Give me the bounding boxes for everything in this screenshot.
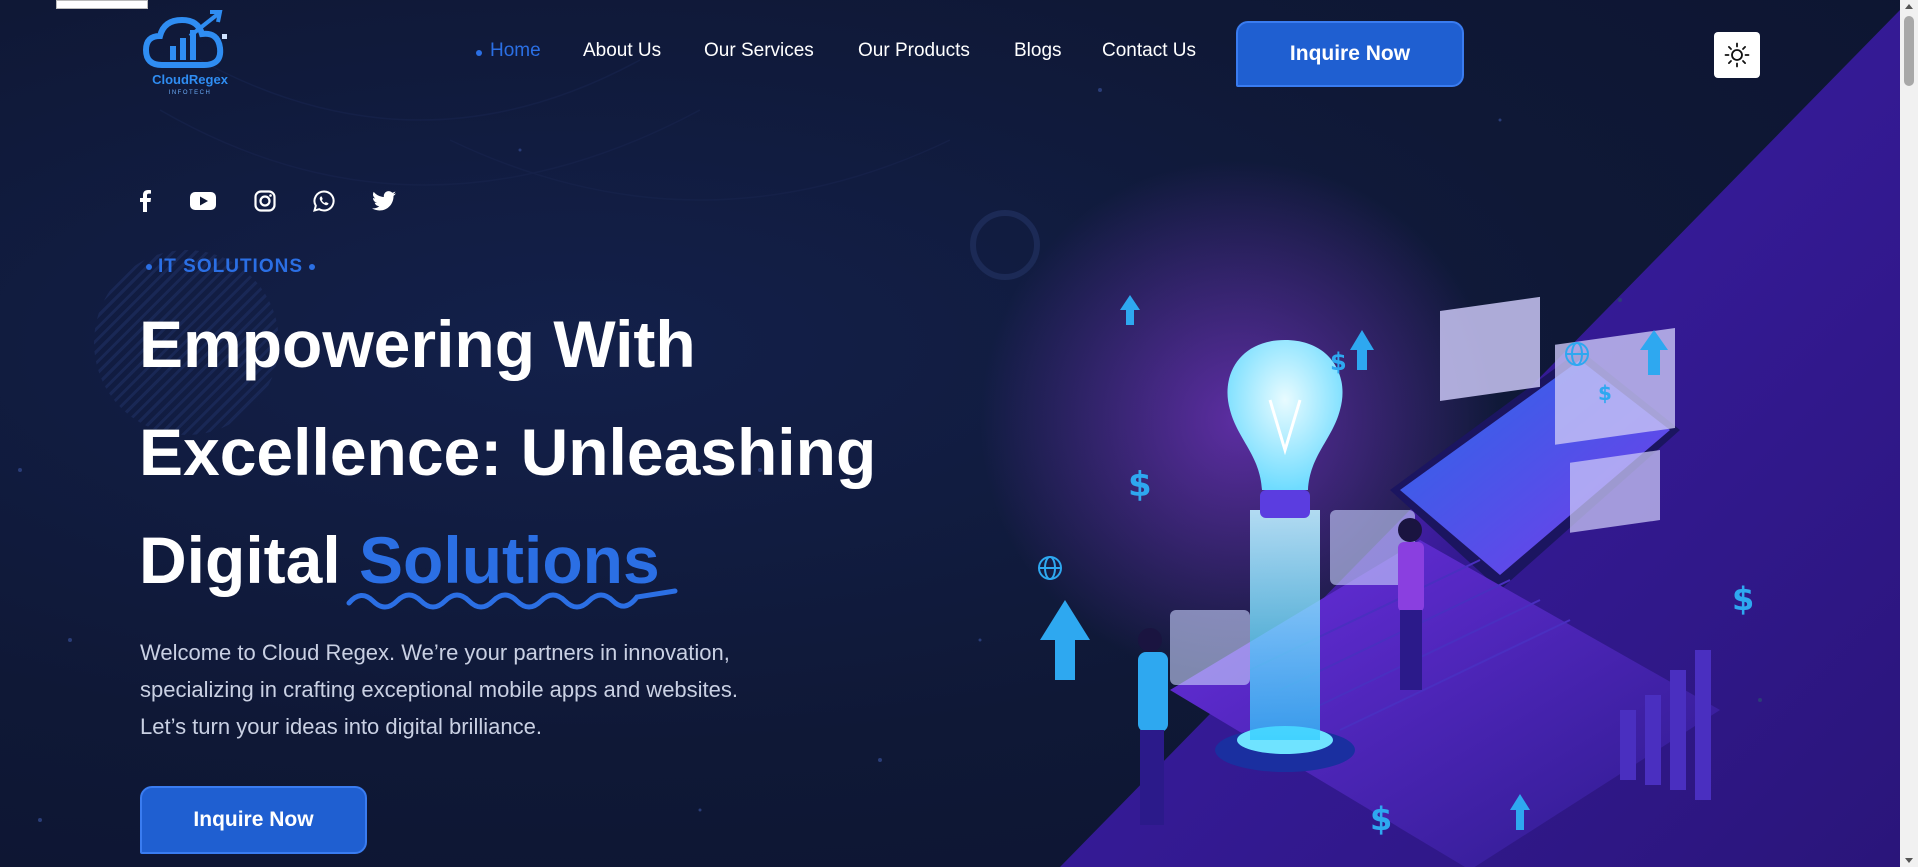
brand-name: CloudRegex	[152, 72, 228, 87]
svg-text:$: $	[1330, 348, 1347, 376]
header-inquire-now-button[interactable]: Inquire Now	[1236, 21, 1464, 87]
youtube-icon	[190, 192, 216, 210]
sun-icon	[1724, 42, 1750, 68]
scroll-down-arrow-icon[interactable]	[1905, 858, 1913, 863]
hero-inquire-now-button[interactable]: Inquire Now	[140, 786, 367, 854]
nav-item-our-products[interactable]: Our Products	[858, 40, 970, 62]
brand-tagline: INFOTECH	[168, 90, 212, 96]
twitter-icon	[372, 191, 396, 211]
svg-text:$: $	[1128, 465, 1152, 505]
nav-item-our-services[interactable]: Our Services	[704, 40, 814, 62]
intro-line-3: Let’s turn your ideas into digital brill…	[140, 714, 542, 739]
headline-line-3-plain: Digital	[139, 523, 360, 597]
hero-illustration: $ $ $ $ $	[1038, 295, 1754, 867]
facebook-icon	[140, 190, 151, 212]
nav-item-label: Home	[490, 40, 541, 61]
youtube-link[interactable]	[190, 188, 216, 214]
nav-item-blogs[interactable]: Blogs	[1014, 40, 1062, 62]
active-indicator-dot	[476, 50, 482, 56]
eyebrow-dot-left	[146, 263, 152, 270]
svg-text:$: $	[1732, 580, 1754, 618]
instagram-icon	[254, 190, 276, 212]
whatsapp-icon	[313, 190, 335, 212]
scrollbar-thumb[interactable]	[1904, 16, 1914, 86]
intro-line-2: specializing in crafting exceptional mob…	[140, 677, 739, 702]
vertical-scrollbar[interactable]	[1900, 0, 1918, 867]
intro-line-1: Welcome to Cloud Regex. We’re your partn…	[140, 640, 730, 665]
skip-link-tab[interactable]	[56, 0, 148, 9]
twitter-link[interactable]	[371, 188, 397, 214]
nav-item-home[interactable]: Home	[476, 40, 541, 62]
eyebrow-dot-right	[309, 263, 315, 270]
scroll-up-arrow-icon[interactable]	[1905, 4, 1913, 9]
page-background: CloudRegex INFOTECH Home About Us Our Se…	[0, 0, 1918, 867]
headline-line-1: Empowering With	[139, 307, 696, 381]
squiggle-underline	[346, 588, 678, 610]
instagram-link[interactable]	[252, 188, 278, 214]
main-navigation: Home About Us Our Services Our Products …	[0, 40, 1918, 70]
hero-headline: Empowering With Excellence: Unleashing D…	[139, 290, 939, 614]
nav-item-contact-us[interactable]: Contact Us	[1102, 40, 1196, 62]
theme-toggle-button[interactable]	[1714, 32, 1760, 78]
svg-text:$: $	[1370, 800, 1392, 838]
whatsapp-link[interactable]	[311, 188, 337, 214]
hero-intro-text: Welcome to Cloud Regex. We’re your partn…	[140, 634, 860, 745]
svg-text:$: $	[1598, 381, 1612, 405]
nav-item-about-us[interactable]: About Us	[583, 40, 661, 62]
facebook-link[interactable]	[132, 188, 158, 214]
hero-eyebrow: IT SOLUTIONS	[140, 256, 321, 278]
headline-line-2: Excellence: Unleashing	[139, 415, 877, 489]
eyebrow-label: IT SOLUTIONS	[158, 256, 303, 277]
